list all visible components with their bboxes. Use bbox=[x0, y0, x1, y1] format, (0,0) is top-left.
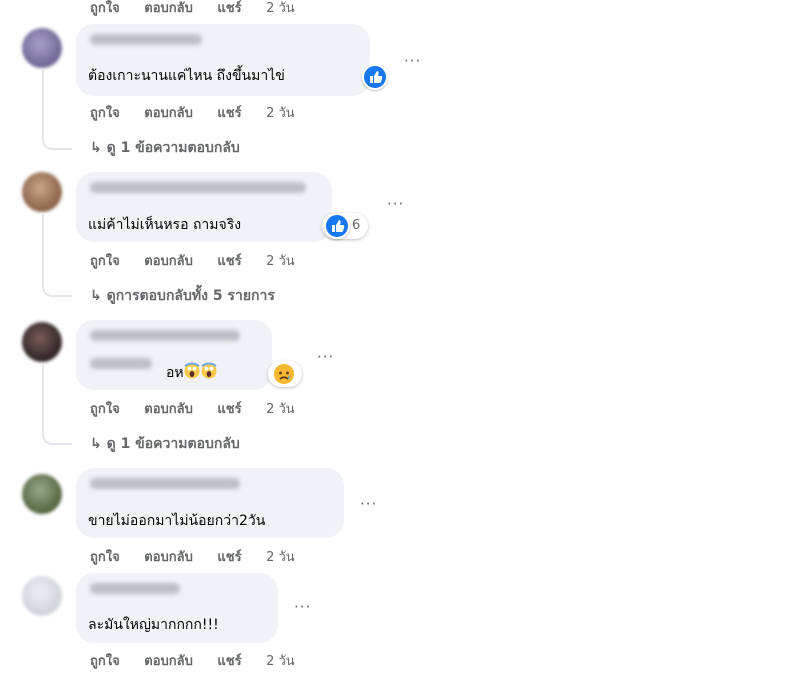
share-link[interactable]: แชร์ bbox=[217, 254, 241, 269]
reply-link[interactable]: ตอบกลับ bbox=[144, 402, 193, 417]
comment-bubble: ละมันใหญ่มากกกก!!! bbox=[76, 573, 278, 643]
comment-text: ละมันใหญ่มากกกก!!! bbox=[88, 617, 219, 633]
share-link[interactable]: แชร์ bbox=[217, 550, 241, 565]
like-link[interactable]: ถูกใจ bbox=[90, 254, 120, 269]
reaction-count: 6 bbox=[352, 218, 361, 233]
comment-actions: ถูกใจ ตอบกลับ แชร์ 2 วัน bbox=[90, 398, 295, 419]
comment-time[interactable]: 2 วัน bbox=[266, 1, 295, 16]
view-replies-link[interactable]: ↳ ดู 1 ข้อความตอบกลับ bbox=[90, 137, 240, 159]
comment-actions: ถูกใจ ตอบกลับ แชร์ 2 วัน bbox=[90, 250, 295, 271]
sad-reaction-icon bbox=[273, 363, 295, 389]
thread-line bbox=[42, 365, 44, 431]
comment-text: แม่ค้าไม่เห็นหรอ ถามจริง bbox=[88, 217, 242, 233]
comment-actions: ถูกใจ ตอบกลับ แชร์ 2 วัน bbox=[90, 0, 295, 18]
comment-bubble: อห bbox=[76, 320, 272, 390]
more-options-icon[interactable]: ··· bbox=[404, 52, 421, 70]
like-link[interactable]: ถูกใจ bbox=[90, 106, 120, 121]
comment-time[interactable]: 2 วัน bbox=[266, 402, 295, 417]
share-link[interactable]: แชร์ bbox=[217, 1, 241, 16]
comment-time[interactable]: 2 วัน bbox=[266, 254, 295, 269]
like-reaction-icon bbox=[324, 213, 350, 239]
comment-bubble: ขายไม่ออกมาไม่น้อยกว่า2วัน bbox=[76, 468, 344, 538]
share-link[interactable]: แชร์ bbox=[217, 654, 241, 669]
more-options-icon[interactable]: ··· bbox=[317, 348, 334, 366]
reply-link[interactable]: ตอบกลับ bbox=[144, 1, 193, 16]
like-link[interactable]: ถูกใจ bbox=[90, 1, 120, 16]
like-link[interactable]: ถูกใจ bbox=[90, 654, 120, 669]
thread-line bbox=[42, 215, 44, 283]
screaming-face-icon bbox=[184, 362, 218, 384]
commenter-name-line2 bbox=[90, 358, 152, 369]
comment-time[interactable]: 2 วัน bbox=[266, 654, 295, 669]
more-options-icon[interactable]: ··· bbox=[387, 195, 404, 213]
comment-bubble: ต้องเกาะนานแค่ไหน ถึงขึ้นมาไข่ bbox=[76, 24, 370, 96]
reply-link[interactable]: ตอบกลับ bbox=[144, 106, 193, 121]
comment-text: ต้องเกาะนานแค่ไหน ถึงขึ้นมาไข่ bbox=[88, 68, 285, 84]
comment-actions: ถูกใจ ตอบกลับ แชร์ 2 วัน bbox=[90, 546, 295, 567]
avatar[interactable] bbox=[22, 28, 62, 68]
avatar[interactable] bbox=[22, 172, 62, 212]
avatar[interactable] bbox=[22, 322, 62, 362]
commenter-name[interactable] bbox=[90, 182, 306, 193]
more-options-icon[interactable]: ··· bbox=[360, 495, 377, 513]
comment-time[interactable]: 2 วัน bbox=[266, 550, 295, 565]
view-replies-link[interactable]: ↳ ดู 1 ข้อความตอบกลับ bbox=[90, 433, 240, 455]
commenter-name[interactable] bbox=[90, 478, 240, 489]
commenter-name[interactable] bbox=[90, 34, 202, 45]
comment-text: อห bbox=[166, 362, 218, 384]
commenter-name[interactable] bbox=[90, 330, 240, 341]
commenter-name[interactable] bbox=[90, 583, 180, 594]
avatar[interactable] bbox=[22, 474, 62, 514]
thread-elbow bbox=[42, 134, 72, 150]
comment-time[interactable]: 2 วัน bbox=[266, 106, 295, 121]
share-link[interactable]: แชร์ bbox=[217, 402, 241, 417]
more-options-icon[interactable]: ··· bbox=[294, 598, 311, 616]
reply-link[interactable]: ตอบกลับ bbox=[144, 254, 193, 269]
view-replies-link[interactable]: ↳ ดูการตอบกลับทั้ง 5 รายการ bbox=[90, 285, 275, 307]
comment-actions: ถูกใจ ตอบกลับ แชร์ 2 วัน bbox=[90, 650, 295, 671]
thread-line bbox=[42, 70, 44, 136]
thread-elbow bbox=[42, 281, 72, 297]
like-reaction-icon[interactable] bbox=[362, 64, 388, 90]
thread-elbow bbox=[42, 429, 72, 445]
like-link[interactable]: ถูกใจ bbox=[90, 402, 120, 417]
avatar[interactable] bbox=[22, 576, 62, 616]
comment-actions: ถูกใจ ตอบกลับ แชร์ 2 วัน bbox=[90, 102, 295, 123]
comment-text-value: อห bbox=[166, 365, 184, 381]
reply-link[interactable]: ตอบกลับ bbox=[144, 654, 193, 669]
share-link[interactable]: แชร์ bbox=[217, 106, 241, 121]
like-link[interactable]: ถูกใจ bbox=[90, 550, 120, 565]
comment-text: ขายไม่ออกมาไม่น้อยกว่า2วัน bbox=[88, 513, 266, 529]
reply-link[interactable]: ตอบกลับ bbox=[144, 550, 193, 565]
comment-bubble: แม่ค้าไม่เห็นหรอ ถามจริง bbox=[76, 172, 332, 242]
